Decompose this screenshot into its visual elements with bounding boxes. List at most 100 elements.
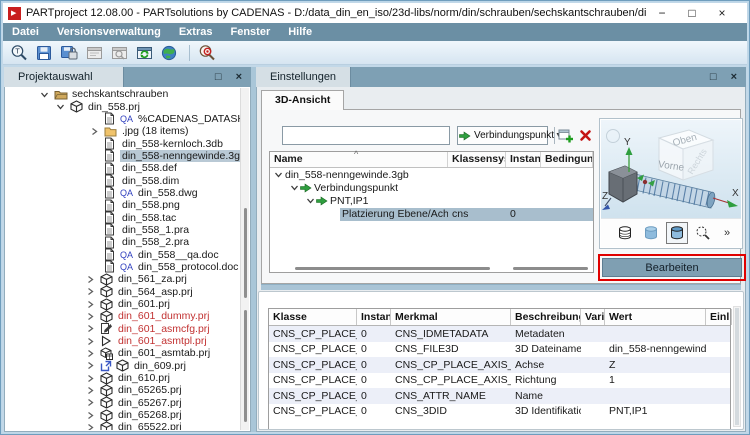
menu-versionsverwaltung[interactable]: Versionsverwaltung (48, 23, 170, 41)
chevron-expanded-icon[interactable] (290, 183, 299, 192)
maximize-button[interactable]: □ (677, 6, 707, 20)
save-icon[interactable] (33, 43, 55, 63)
window-disabled-icon[interactable] (83, 43, 105, 63)
property-row-cns-cp-place-axis-name[interactable]: CNS_CP_PLACE_PA0CNS_CP_PLACE_AXIS_NAMEAc… (269, 357, 730, 373)
chevron-expanded-icon[interactable] (56, 102, 70, 111)
scrollbar-thumb[interactable] (244, 208, 247, 298)
window-refresh-icon[interactable] (133, 43, 155, 63)
orientation-cube[interactable]: Oben Vorne Rechts (657, 130, 713, 180)
search-input[interactable] (282, 126, 450, 145)
3d-viewport[interactable]: Oben Vorne Rechts (601, 120, 741, 218)
chevron-collapsed-icon[interactable] (86, 324, 100, 333)
tree-item-din-558-1-pra[interactable]: din_558_1.pra (6, 224, 240, 236)
tree-item-din-601-asmcfg-prj[interactable]: din_601_asmcfg.prj (6, 323, 240, 335)
tab-einstellungen[interactable]: Einstellungen (256, 67, 351, 87)
panel-close-icon[interactable]: × (731, 71, 737, 83)
tree-item-din-558-protocol-doc[interactable]: QAdin_558_protocol.doc (6, 261, 240, 273)
chevron-collapsed-icon[interactable] (86, 398, 100, 407)
chevron-collapsed-icon[interactable] (86, 386, 100, 395)
chevron-collapsed-icon[interactable] (86, 361, 100, 370)
tree-item-jpg-18-items[interactable]: .jpg (18 items) (6, 125, 240, 137)
cylinder-solid-icon[interactable] (640, 222, 662, 244)
chevron-collapsed-icon[interactable] (86, 287, 100, 296)
chevron-collapsed-icon[interactable] (86, 411, 100, 420)
property-row-cns-idmetadata[interactable]: CNS_CP_PLACE_PA0CNS_IDMETADATAMetadaten (269, 326, 730, 342)
tree-item-din-601-dummy-prj[interactable]: din_601_dummy.prj (6, 310, 240, 322)
column-header-wert[interactable]: Wert (605, 309, 706, 325)
tree-item-din-65522-prj[interactable]: din_65522.prj (6, 421, 240, 430)
bearbeiten-button[interactable]: Bearbeiten (602, 258, 742, 277)
property-row-cns-cp-place-axis-dir[interactable]: CNS_CP_PLACE_PA0CNS_CP_PLACE_AXIS_DIRRic… (269, 373, 730, 389)
horizontal-scrollbar-thumb[interactable] (513, 267, 588, 270)
chevron-collapsed-icon[interactable] (86, 374, 100, 383)
cp-row-platzierung-ebene-achse[interactable]: Platzierung Ebene/Achsecns0 (270, 208, 593, 221)
column-header-bedingung[interactable]: Bedingung (541, 152, 593, 167)
property-row-cns-3did[interactable]: CNS_CP_PLACE_PA0CNS_3DID3D Identifikatio… (269, 404, 730, 420)
chevron-collapsed-icon[interactable] (86, 275, 100, 284)
tree-item-din-558-2-pra[interactable]: din_558_2.pra (6, 236, 240, 248)
tree-item-din-558-dwg[interactable]: QAdin_558.dwg (6, 187, 240, 199)
tree-item-din-558-png[interactable]: din_558.png (6, 199, 240, 211)
add-connection-point-button[interactable] (557, 127, 574, 144)
panel-maximize-icon[interactable]: □ (710, 71, 717, 83)
cp-row-pnt-ip1[interactable]: PNT,IP1 (270, 194, 593, 207)
project-tree-scrollbar[interactable] (240, 88, 249, 430)
window-search-disabled-icon[interactable] (108, 43, 130, 63)
tree-item-din-558-nenngewinde-3gb[interactable]: din_558-nenngewinde.3gb (6, 150, 240, 162)
chevron-expanded-icon[interactable] (274, 170, 283, 179)
tree-item-din-610-prj[interactable]: din_610.prj (6, 372, 240, 384)
column-header-instanz[interactable]: Instanz (357, 309, 391, 325)
horizontal-splitter[interactable] (261, 284, 741, 290)
chevron-collapsed-icon[interactable] (86, 300, 100, 309)
cp-row-din-558-nenngewinde-3gb[interactable]: din_558-nenngewinde.3gb (270, 168, 593, 181)
chevron-collapsed-icon[interactable] (86, 423, 100, 430)
properties-scrollbar[interactable] (733, 306, 741, 427)
tree-item-din-558-prj[interactable]: din_558.prj (6, 100, 240, 112)
property-row-cns-file3d[interactable]: CNS_CP_PLACE_PA0CNS_FILE3D3D Dateinamedi… (269, 342, 730, 358)
tree-item-sechskantschrauben[interactable]: sechskantschrauben (6, 88, 240, 100)
tree-item-din-601-prj[interactable]: din_601.prj (6, 298, 240, 310)
more-options-icon[interactable]: » (724, 227, 730, 239)
close-button[interactable]: × (707, 6, 737, 20)
menu-fenster[interactable]: Fenster (221, 23, 279, 41)
chevron-collapsed-icon[interactable] (86, 312, 100, 321)
tree-item-din-65267-prj[interactable]: din_65267.prj (6, 397, 240, 409)
delete-connection-point-button[interactable] (577, 127, 594, 144)
save-lock-icon[interactable] (58, 43, 80, 63)
column-header-varia[interactable]: Varia (581, 309, 605, 325)
panel-maximize-icon[interactable]: □ (215, 71, 222, 83)
tree-item-cadenas-datasheet[interactable]: QA%CADENAS_DATASHEET... (6, 113, 240, 125)
tree-item-din-558-kernloch-3db[interactable]: din_558-kernloch.3db (6, 137, 240, 149)
column-header-einl[interactable]: Einl (706, 309, 732, 325)
tree-item-din-609-prj[interactable]: din_609.prj (6, 360, 240, 372)
globe-icon[interactable] (158, 43, 180, 63)
search-security-icon[interactable] (196, 43, 218, 63)
column-header-klasse[interactable]: Klasse (269, 309, 357, 325)
chevron-collapsed-icon[interactable] (86, 337, 100, 346)
tree-item-din-65268-prj[interactable]: din_65268.prj (6, 409, 240, 421)
search-project-icon[interactable]: T (8, 43, 30, 63)
cylinder-wireframe-icon[interactable] (614, 222, 636, 244)
column-header-merkmal[interactable]: Merkmal (391, 309, 511, 325)
column-header-name[interactable]: Name (270, 152, 448, 167)
cp-row-verbindungspunkt[interactable]: Verbindungspunkt (270, 181, 593, 194)
tree-item-din-558-def[interactable]: din_558.def (6, 162, 240, 174)
column-header-klassensystem[interactable]: Klassensystem (448, 152, 506, 167)
minimize-button[interactable]: − (647, 6, 677, 20)
tree-item-din-564-asp-prj[interactable]: din_564_asp.prj (6, 286, 240, 298)
menu-extras[interactable]: Extras (170, 23, 222, 41)
menu-hilfe[interactable]: Hilfe (279, 23, 321, 41)
property-row-cns-attr-name[interactable]: CNS_CP_PLACE_PA0CNS_ATTR_NAMEName (269, 388, 730, 404)
tree-item-din-601-asmtpl-prj[interactable]: din_601_asmtpl.prj (6, 335, 240, 347)
tree-item-din-561-za-prj[interactable]: din_561_za.prj (6, 273, 240, 285)
panel-close-icon[interactable]: × (236, 71, 242, 83)
connection-point-dropdown[interactable]: Verbindungspunkt ▼ (457, 126, 548, 145)
chevron-expanded-icon[interactable] (306, 196, 315, 205)
tree-item-din-558-tac[interactable]: din_558.tac (6, 211, 240, 223)
tree-item-din-558-qa-doc[interactable]: QAdin_558__qa.doc (6, 248, 240, 260)
cylinder-shaded-icon[interactable] (666, 222, 688, 244)
column-header-instanz[interactable]: Instanz (506, 152, 541, 167)
scrollbar-thumb[interactable] (735, 308, 739, 425)
horizontal-scrollbar-thumb[interactable] (295, 267, 490, 270)
menu-datei[interactable]: Datei (3, 23, 48, 41)
